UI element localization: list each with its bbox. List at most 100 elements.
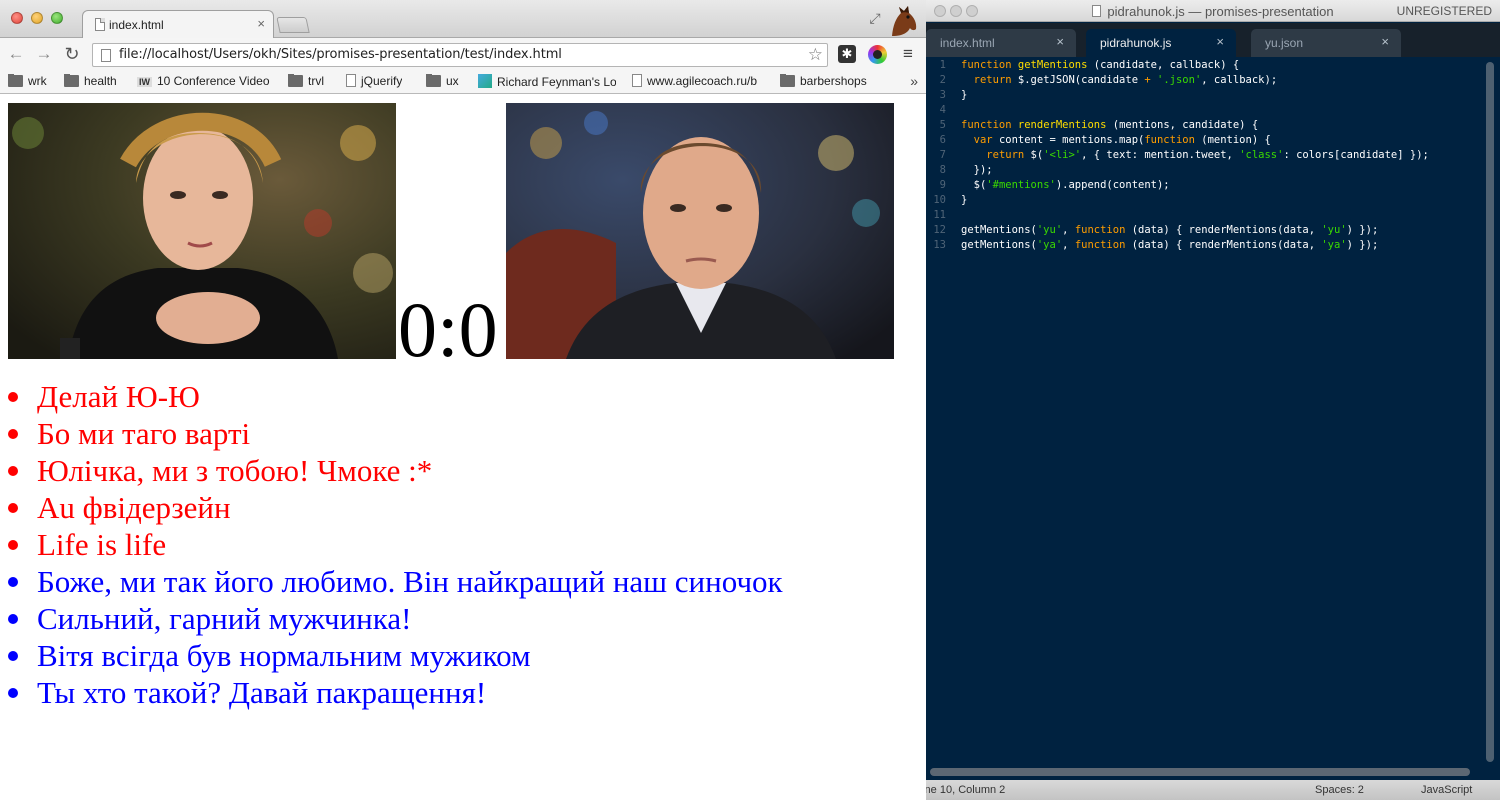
line-number: 9 (939, 179, 946, 191)
folder-icon (426, 74, 441, 87)
profile-avatar-icon[interactable] (886, 3, 920, 37)
bookmark-agilecoach[interactable]: www.agilecoach.ru/b (632, 74, 764, 88)
browser-tab-index[interactable]: index.html × (82, 10, 274, 38)
bookmark-conference-video[interactable]: IW 10 Conference Video (137, 74, 272, 88)
bookmark-barbershops[interactable]: barbershops (780, 74, 867, 88)
mention-item: Au фвідерзейн (0, 489, 926, 526)
feynman-favicon-icon (478, 74, 492, 88)
bookmark-label: trvl (308, 74, 324, 88)
indentation-setting[interactable]: Spaces: 2 (1315, 784, 1364, 796)
bookmark-ux[interactable]: ux (426, 74, 459, 88)
horizontal-scrollbar[interactable] (930, 768, 1470, 776)
code-line[interactable]: }); (961, 163, 1481, 178)
bookmark-label: jQuerify (361, 74, 403, 88)
code-line[interactable]: $('#mentions').append(content); (961, 178, 1481, 193)
minimize-window-button[interactable] (31, 12, 43, 24)
editor-tab-pidrahunok-js[interactable]: pidrahunok.js × (1086, 29, 1236, 57)
page-icon (101, 49, 111, 62)
browser-titlebar: index.html × ⤢ (0, 0, 926, 38)
line-number: 1 (939, 59, 946, 71)
code-line[interactable]: return $('<li>', { text: mention.tweet, … (961, 148, 1481, 163)
code-line[interactable]: } (961, 88, 1481, 103)
extension-puzzle-icon[interactable]: ✱ (838, 45, 856, 63)
candidate-ya-photo (506, 103, 894, 359)
code-line[interactable]: getMentions('ya', function (data) { rend… (961, 238, 1481, 253)
bookmark-label: ux (446, 74, 459, 88)
bookmark-jquerify[interactable]: jQuerify (346, 74, 402, 88)
code-line[interactable]: } (961, 193, 1481, 208)
code-line[interactable]: getMentions('yu', function (data) { rend… (961, 223, 1481, 238)
bookmark-richard-feynman[interactable]: Richard Feynman's Lo (478, 74, 616, 89)
folder-icon (8, 74, 23, 87)
zoom-window-button[interactable] (51, 12, 63, 24)
line-number: 5 (939, 119, 946, 131)
bookmark-star-icon[interactable]: ☆ (808, 45, 823, 65)
bookmark-trvl[interactable]: trvl (288, 74, 324, 88)
line-number: 4 (939, 104, 946, 116)
page-icon (632, 74, 642, 87)
mention-item: Боже, ми так його любимо. Він найкращий … (0, 563, 926, 600)
code-line[interactable] (961, 103, 1481, 118)
more-bookmarks-chevron-icon[interactable]: » (910, 73, 918, 89)
code-line[interactable]: return $.getJSON(candidate + '.json', ca… (961, 73, 1481, 88)
line-number: 6 (939, 134, 946, 146)
line-number-gutter: 1 2 3 4 5 6 7 8 9 10 11 12 13 (926, 58, 956, 766)
reload-icon[interactable]: ↻ (62, 44, 82, 64)
iw-icon: IW (137, 77, 152, 87)
fullscreen-icon[interactable]: ⤢ (866, 9, 884, 27)
cursor-position: Line 10, Column 2 (926, 784, 1006, 796)
mention-item: Ты хто такой? Давай пакращення! (0, 674, 926, 711)
line-number: 2 (939, 74, 946, 86)
url-text[interactable]: file://localhost/Users/okh/Sites/promise… (119, 47, 562, 62)
new-tab-button[interactable] (276, 17, 310, 33)
folder-icon (780, 74, 795, 87)
vertical-scrollbar[interactable] (1486, 62, 1494, 762)
page-icon (95, 18, 105, 31)
folder-icon (288, 74, 303, 87)
color-picker-extension-icon[interactable] (868, 45, 887, 64)
editor-title-text: pidrahunok.js — promises-presentation (1107, 4, 1334, 19)
close-tab-icon[interactable]: × (257, 16, 265, 31)
editor-tab-label: pidrahunok.js (1100, 36, 1172, 50)
bookmark-label: barbershops (800, 74, 867, 88)
mention-item: Делай Ю-Ю (0, 378, 926, 415)
browser-toolbar: ← → ↻ file://localhost/Users/okh/Sites/p… (0, 38, 926, 70)
browser-tab-title: index.html (109, 18, 164, 32)
page-icon (346, 74, 356, 87)
code-line[interactable] (961, 208, 1481, 223)
line-number: 7 (939, 149, 946, 161)
bookmarks-bar: wrk health IW 10 Conference Video trvl jQ… (0, 70, 926, 94)
line-number: 12 (933, 224, 946, 236)
code-line[interactable]: var content = mentions.map(function (men… (961, 133, 1481, 148)
browser-menu-icon[interactable]: ≡ (899, 44, 917, 63)
editor-tab-index-html[interactable]: index.html × (926, 29, 1076, 57)
close-tab-icon[interactable]: × (1216, 34, 1224, 49)
line-number: 8 (939, 164, 946, 176)
close-window-button[interactable] (11, 12, 23, 24)
bookmark-wrk[interactable]: wrk (8, 74, 47, 88)
syntax-mode[interactable]: JavaScript (1421, 784, 1472, 796)
editor-tab-bar: index.html × pidrahunok.js × yu.json × (926, 23, 1500, 57)
forward-arrow-icon[interactable]: → (34, 44, 54, 64)
code-line[interactable]: function renderMentions (mentions, candi… (961, 118, 1481, 133)
code-editor[interactable]: function getMentions (candidate, callbac… (961, 58, 1481, 253)
line-number: 11 (933, 209, 946, 221)
editor-titlebar: pidrahunok.js — promises-presentation UN… (926, 0, 1500, 22)
editor-tab-yu-json[interactable]: yu.json × (1251, 29, 1401, 57)
close-tab-icon[interactable]: × (1056, 34, 1064, 49)
mention-item: Сильний, гарний мужчинка! (0, 600, 926, 637)
bookmark-label: Richard Feynman's Lo (497, 75, 616, 89)
mention-item: Life is life (0, 526, 926, 563)
line-number: 13 (933, 239, 946, 251)
line-number: 3 (939, 89, 946, 101)
back-arrow-icon[interactable]: ← (6, 44, 26, 64)
close-tab-icon[interactable]: × (1381, 34, 1389, 49)
bookmark-label: wrk (28, 74, 47, 88)
score-counter: 0:0 (398, 286, 498, 373)
editor-window: pidrahunok.js — promises-presentation UN… (926, 0, 1500, 800)
address-bar[interactable]: file://localhost/Users/okh/Sites/promise… (92, 43, 828, 67)
mentions-list: Делай Ю-Ю Бо ми таго варті Юлічка, ми з … (0, 378, 926, 711)
bookmark-health[interactable]: health (64, 74, 117, 88)
code-line[interactable]: function getMentions (candidate, callbac… (961, 58, 1481, 73)
mention-item: Вітя всігда був нормальним мужиком (0, 637, 926, 674)
